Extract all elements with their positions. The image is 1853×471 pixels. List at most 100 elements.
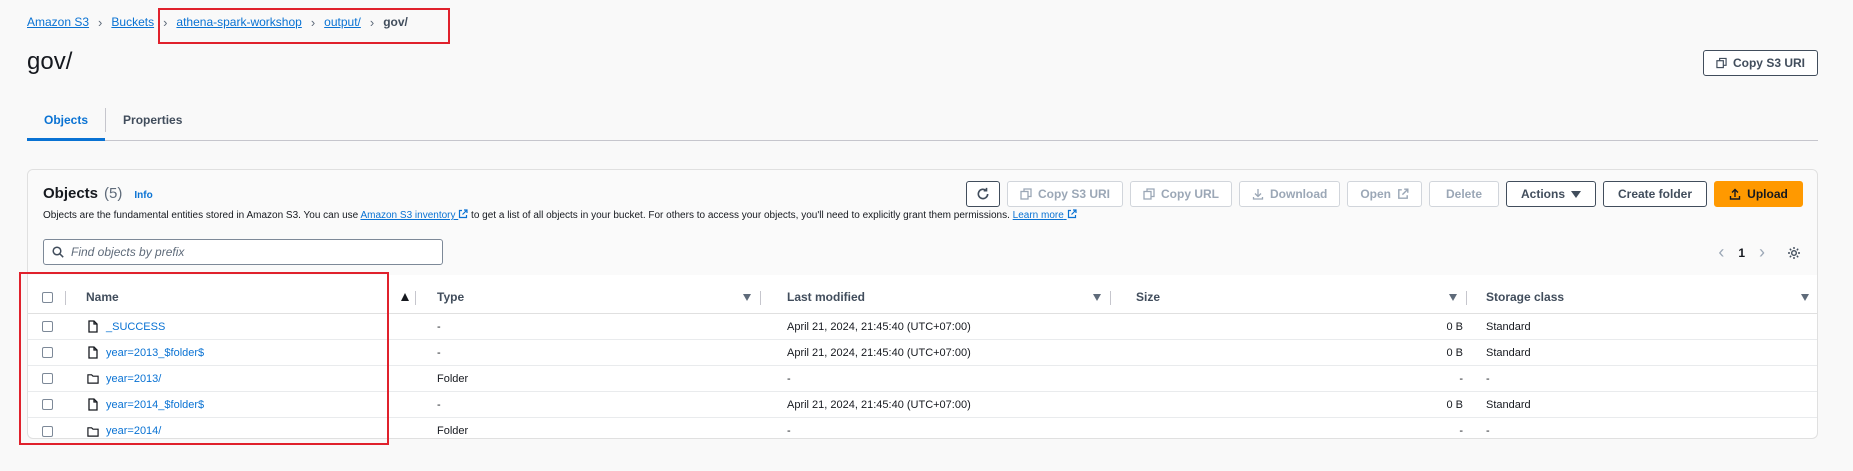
create-folder-button[interactable]: Create folder	[1603, 181, 1707, 207]
object-name-link[interactable]: year=2014/	[106, 425, 161, 437]
sort-icon[interactable]	[1449, 293, 1457, 301]
breadcrumb-output[interactable]: output/	[324, 15, 361, 29]
download-icon	[1252, 189, 1264, 200]
gear-icon[interactable]	[1787, 246, 1801, 260]
chevron-left-icon[interactable]: ‹	[1718, 242, 1724, 263]
row-checkbox[interactable]	[42, 399, 53, 410]
object-size: 0 B	[1446, 320, 1463, 333]
copy-icon	[1143, 188, 1155, 200]
refresh-button[interactable]	[965, 181, 1000, 207]
object-type: Folder	[437, 425, 469, 437]
table-row[interactable]: year=2013_$folder$ - April 21, 2024, 21:…	[28, 340, 1817, 366]
row-checkbox[interactable]	[42, 347, 53, 358]
upload-icon	[1729, 188, 1741, 200]
sort-icon[interactable]	[1093, 293, 1101, 301]
object-name-link[interactable]: _SUCCESS	[106, 321, 165, 333]
objects-description: Objects are the fundamental entities sto…	[43, 209, 1077, 221]
delete-button[interactable]: Delete	[1429, 181, 1499, 207]
pagination: ‹ 1 ›	[1718, 242, 1801, 263]
sort-ascending-icon[interactable]	[401, 293, 409, 301]
table-row[interactable]: year=2013/ Folder - - -	[28, 366, 1817, 392]
row-checkbox[interactable]	[42, 425, 53, 437]
folder-icon	[87, 366, 99, 391]
chevron-right-icon: ›	[369, 14, 375, 30]
row-checkbox[interactable]	[42, 321, 53, 332]
external-link-icon	[1398, 188, 1409, 199]
file-icon	[87, 392, 99, 417]
table-header: Name Type Last modified Size Storage cla…	[28, 281, 1817, 314]
caret-down-icon	[1571, 190, 1581, 198]
breadcrumb-current: gov/	[383, 15, 408, 29]
chevron-right-icon: ›	[310, 14, 316, 30]
copy-s3-uri-toolbar-button[interactable]: Copy S3 URI	[1006, 181, 1123, 207]
object-last-modified: -	[787, 425, 791, 437]
object-type: -	[437, 320, 441, 333]
copy-s3-uri-button[interactable]: Copy S3 URI	[1703, 50, 1818, 76]
chevron-right-icon: ›	[163, 14, 168, 30]
objects-toolbar: Copy S3 URI Copy URL Download Open Delet…	[965, 181, 1803, 207]
objects-table: Name Type Last modified Size Storage cla…	[28, 281, 1817, 444]
object-name-link[interactable]: year=2013_$folder$	[106, 347, 204, 359]
breadcrumb-bucket[interactable]: athena-spark-workshop	[176, 15, 301, 29]
tab-objects[interactable]: Objects	[27, 100, 106, 141]
info-link[interactable]: Info	[134, 190, 152, 201]
object-last-modified: April 21, 2024, 21:45:40 (UTC+07:00)	[787, 346, 971, 359]
object-size: -	[1459, 425, 1463, 437]
object-storage-class: Standard	[1486, 398, 1531, 411]
breadcrumb-amazon-s3[interactable]: Amazon S3	[27, 15, 89, 29]
object-size: -	[1459, 372, 1463, 385]
search-input[interactable]	[71, 245, 421, 259]
object-size: 0 B	[1446, 398, 1463, 411]
open-button[interactable]: Open	[1347, 181, 1422, 207]
chevron-right-icon[interactable]: ›	[1759, 242, 1765, 263]
file-icon	[87, 340, 99, 365]
select-all-checkbox[interactable]	[42, 291, 53, 303]
tab-properties[interactable]: Properties	[106, 100, 199, 140]
breadcrumb-buckets[interactable]: Buckets	[111, 15, 154, 29]
copy-url-button[interactable]: Copy URL	[1130, 181, 1232, 207]
object-last-modified: April 21, 2024, 21:45:40 (UTC+07:00)	[787, 320, 971, 333]
inventory-link[interactable]: Amazon S3 inventory	[360, 209, 468, 221]
actions-button[interactable]: Actions	[1506, 181, 1596, 207]
object-storage-class: Standard	[1486, 320, 1531, 333]
search-box[interactable]	[43, 239, 443, 265]
tabs: Objects Properties	[27, 100, 1818, 141]
table-row[interactable]: year=2014/ Folder - - -	[28, 418, 1817, 444]
chevron-right-icon: ›	[98, 14, 103, 30]
sort-icon[interactable]	[1801, 293, 1809, 301]
object-type: Folder	[437, 372, 469, 385]
object-storage-class: -	[1486, 425, 1490, 437]
column-name[interactable]: Name	[86, 281, 119, 313]
object-storage-class: Standard	[1486, 346, 1531, 359]
search-icon	[52, 246, 64, 258]
column-type[interactable]: Type	[437, 281, 464, 313]
sort-icon[interactable]	[743, 293, 751, 301]
copy-icon	[1020, 188, 1032, 200]
page-number[interactable]: 1	[1738, 246, 1745, 260]
object-type: -	[437, 398, 441, 411]
external-link-icon	[1067, 209, 1077, 219]
object-last-modified: April 21, 2024, 21:45:40 (UTC+07:00)	[787, 398, 971, 411]
column-storage-class[interactable]: Storage class	[1486, 281, 1564, 313]
table-row[interactable]: year=2014_$folder$ - April 21, 2024, 21:…	[28, 392, 1817, 418]
learn-more-link[interactable]: Learn more	[1013, 209, 1077, 221]
column-last-modified[interactable]: Last modified	[787, 281, 865, 313]
objects-heading: Objects (5) Info	[43, 185, 153, 202]
row-checkbox[interactable]	[42, 373, 53, 384]
copy-icon	[1716, 57, 1727, 69]
object-size: 0 B	[1446, 346, 1463, 359]
folder-icon	[87, 418, 99, 444]
download-button[interactable]: Download	[1239, 181, 1341, 207]
refresh-icon	[977, 187, 989, 200]
copy-s3-uri-label: Copy S3 URI	[1732, 56, 1805, 70]
file-icon	[87, 314, 99, 339]
object-type: -	[437, 346, 441, 359]
table-row[interactable]: _SUCCESS - April 21, 2024, 21:45:40 (UTC…	[28, 314, 1817, 340]
object-name-link[interactable]: year=2013/	[106, 373, 161, 385]
upload-button[interactable]: Upload	[1714, 181, 1803, 207]
object-name-link[interactable]: year=2014_$folder$	[106, 399, 204, 411]
objects-panel: Objects (5) Info Objects are the fundame…	[27, 169, 1818, 439]
table-body: _SUCCESS - April 21, 2024, 21:45:40 (UTC…	[28, 314, 1817, 444]
column-size[interactable]: Size	[1136, 281, 1160, 313]
object-storage-class: -	[1486, 372, 1490, 385]
